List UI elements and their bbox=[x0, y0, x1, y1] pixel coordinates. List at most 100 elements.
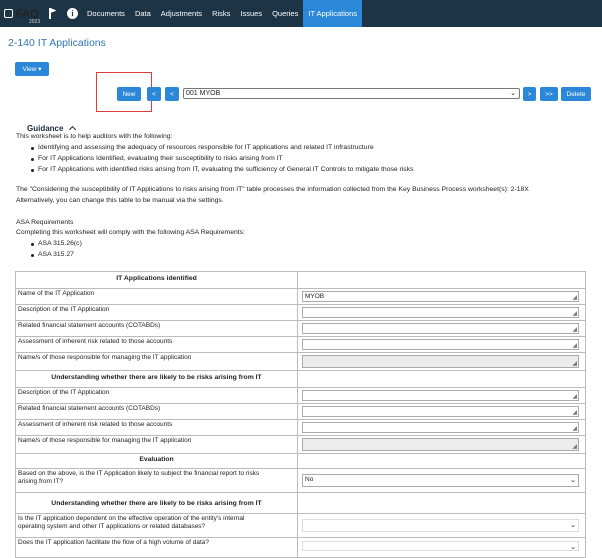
nav-adjustments[interactable]: Adjustments bbox=[156, 0, 207, 27]
nav-queries[interactable]: Queries bbox=[267, 0, 303, 27]
field-value: MYOB bbox=[305, 293, 325, 300]
info-button[interactable]: i bbox=[63, 0, 82, 27]
flag-button[interactable] bbox=[44, 0, 63, 27]
resize-grip-icon[interactable]: ◢ bbox=[572, 294, 577, 301]
prev-record-button[interactable]: < bbox=[165, 87, 179, 101]
chevron-up-icon bbox=[68, 125, 76, 134]
resize-grip-icon: ◢ bbox=[572, 361, 577, 367]
row-label: Related financial statement accounts (CO… bbox=[16, 321, 298, 336]
application-select[interactable]: 001 MYOB ⌄ bbox=[183, 88, 520, 99]
data-volume-select[interactable]: ⌄ bbox=[302, 541, 579, 551]
nav-it-applications[interactable]: IT Applications bbox=[303, 0, 362, 27]
table-row: Description of the IT Application ◢ bbox=[15, 304, 586, 320]
guidance-bullet: For IT Applications Identified, evaluati… bbox=[31, 155, 283, 162]
table-row: Is the IT application dependent on the e… bbox=[15, 513, 586, 537]
section-header-row: Understanding whether there are likely t… bbox=[15, 370, 586, 387]
asa-intro: Completing this worksheet will comply wi… bbox=[16, 229, 245, 236]
info-icon: i bbox=[67, 8, 78, 19]
top-nav: FAQ 2023 i Documents Data Adjustments Ri… bbox=[0, 0, 602, 27]
row-label: Assessment of inherent risk related to t… bbox=[16, 337, 298, 352]
row-label: Name/s of those responsible for managing… bbox=[16, 353, 298, 370]
resize-grip-icon[interactable]: ◢ bbox=[572, 425, 577, 432]
guidance-toggle[interactable]: Guidance bbox=[27, 124, 76, 134]
table-row: Related financial statement accounts (CO… bbox=[15, 403, 586, 419]
asa-item: ASA 315.27 bbox=[31, 251, 74, 258]
dependency-select[interactable]: ⌄ bbox=[302, 519, 579, 532]
evaluation-select[interactable]: No ⌄ bbox=[302, 474, 579, 487]
table-row: Name of the IT Application MYOB ◢ bbox=[15, 288, 586, 304]
asa-heading: ASA Requirements bbox=[16, 219, 74, 226]
chevron-down-icon: ⌄ bbox=[570, 522, 576, 529]
nav-issues[interactable]: Issues bbox=[235, 0, 267, 27]
app-square-icon bbox=[4, 9, 13, 18]
nav-risks[interactable]: Risks bbox=[207, 0, 235, 27]
section-header-row: Evaluation bbox=[15, 453, 586, 468]
guidance-heading: Guidance bbox=[27, 124, 64, 133]
question-line: operating system and other IT applicatio… bbox=[18, 522, 206, 530]
responsible-field: ◢ bbox=[302, 438, 579, 451]
section-header: Understanding whether there are likely t… bbox=[16, 371, 298, 387]
guidance-bullet: For IT Applications with identified risk… bbox=[31, 166, 414, 173]
table-row: Assessment of inherent risk related to t… bbox=[15, 419, 586, 435]
section-header-row: Understanding whether there are likely t… bbox=[15, 492, 586, 513]
table-row: Related financial statement accounts (CO… bbox=[15, 320, 586, 336]
nav-data[interactable]: Data bbox=[130, 0, 156, 27]
row-label: Based on the above, is the IT Applicatio… bbox=[16, 469, 298, 492]
page-title: 2-140 IT Applications bbox=[8, 37, 106, 49]
flag-icon bbox=[49, 8, 58, 19]
guidance-intro: This worksheet is to help auditors with … bbox=[16, 133, 173, 140]
application-select-value: 001 MYOB bbox=[186, 90, 221, 97]
inherent-risk-field[interactable]: ◢ bbox=[302, 422, 579, 433]
section-header: Evaluation bbox=[16, 454, 298, 468]
brand-year: 2023 bbox=[29, 19, 41, 25]
guidance-paragraph: The "Considering the susceptibility of I… bbox=[16, 186, 529, 193]
guidance-paragraph: Alternatively, you can change this table… bbox=[16, 197, 224, 204]
responsible-field: ◢ bbox=[302, 355, 579, 368]
table-row: Name/s of those responsible for managing… bbox=[15, 435, 586, 453]
new-button[interactable]: New bbox=[117, 87, 141, 101]
resize-grip-icon[interactable]: ◢ bbox=[572, 409, 577, 416]
resize-grip-icon[interactable]: ◢ bbox=[572, 310, 577, 317]
faq-brand[interactable]: FAQ 2023 bbox=[0, 0, 44, 27]
select-value: No bbox=[305, 476, 314, 483]
table-row: Based on the above, is the IT Applicatio… bbox=[15, 468, 586, 492]
table-row: Assessment of inherent risk related to t… bbox=[15, 336, 586, 352]
last-record-button[interactable]: >> bbox=[540, 87, 558, 101]
delete-button[interactable]: Delete bbox=[561, 87, 591, 101]
question-line: Based on the above, is the IT Applicatio… bbox=[18, 470, 260, 477]
row-label: Is the IT application dependent on the e… bbox=[16, 514, 298, 537]
resize-grip-icon: ◢ bbox=[572, 444, 577, 450]
asa-item: ASA 315.26(c) bbox=[31, 240, 82, 247]
row-label: Name/s of those responsible for managing… bbox=[16, 436, 298, 453]
section-header: Understanding whether there are likely t… bbox=[16, 493, 298, 513]
question-line: Is the IT application dependent on the e… bbox=[18, 515, 245, 522]
row-label: Description of the IT Application bbox=[16, 388, 298, 403]
inherent-risk-field[interactable]: ◢ bbox=[302, 339, 579, 350]
description-field[interactable]: ◢ bbox=[302, 390, 579, 401]
first-record-button[interactable]: < bbox=[147, 87, 161, 101]
chevron-down-icon: ⌄ bbox=[570, 477, 576, 484]
accounts-field[interactable]: ◢ bbox=[302, 323, 579, 334]
question-line: arising from IT? bbox=[18, 477, 64, 485]
row-label: Assessment of inherent risk related to t… bbox=[16, 420, 298, 435]
section-header-row: IT Applications identified bbox=[15, 271, 586, 288]
nav-documents[interactable]: Documents bbox=[82, 0, 130, 27]
brand-label: FAQ bbox=[16, 7, 39, 20]
description-field[interactable]: ◢ bbox=[302, 307, 579, 318]
chevron-down-icon: ⌄ bbox=[510, 90, 516, 97]
view-button[interactable]: View ▾ bbox=[15, 62, 49, 76]
resize-grip-icon[interactable]: ◢ bbox=[572, 342, 577, 349]
accounts-field[interactable]: ◢ bbox=[302, 406, 579, 417]
row-label: Related financial statement accounts (CO… bbox=[16, 404, 298, 419]
resize-grip-icon[interactable]: ◢ bbox=[572, 393, 577, 400]
section-header: IT Applications identified bbox=[16, 272, 298, 288]
table-row: Does the IT application facilitate the f… bbox=[15, 537, 586, 558]
app-name-field[interactable]: MYOB ◢ bbox=[302, 291, 579, 302]
next-record-button[interactable]: > bbox=[523, 87, 536, 101]
row-label: Does the IT application facilitate the f… bbox=[16, 538, 298, 557]
table-row: Description of the IT Application ◢ bbox=[15, 387, 586, 403]
chevron-down-icon: ⌄ bbox=[570, 544, 576, 551]
table-row: Name/s of those responsible for managing… bbox=[15, 352, 586, 370]
resize-grip-icon[interactable]: ◢ bbox=[572, 326, 577, 333]
guidance-bullet: Identifying and assessing the adequacy o… bbox=[31, 144, 374, 151]
